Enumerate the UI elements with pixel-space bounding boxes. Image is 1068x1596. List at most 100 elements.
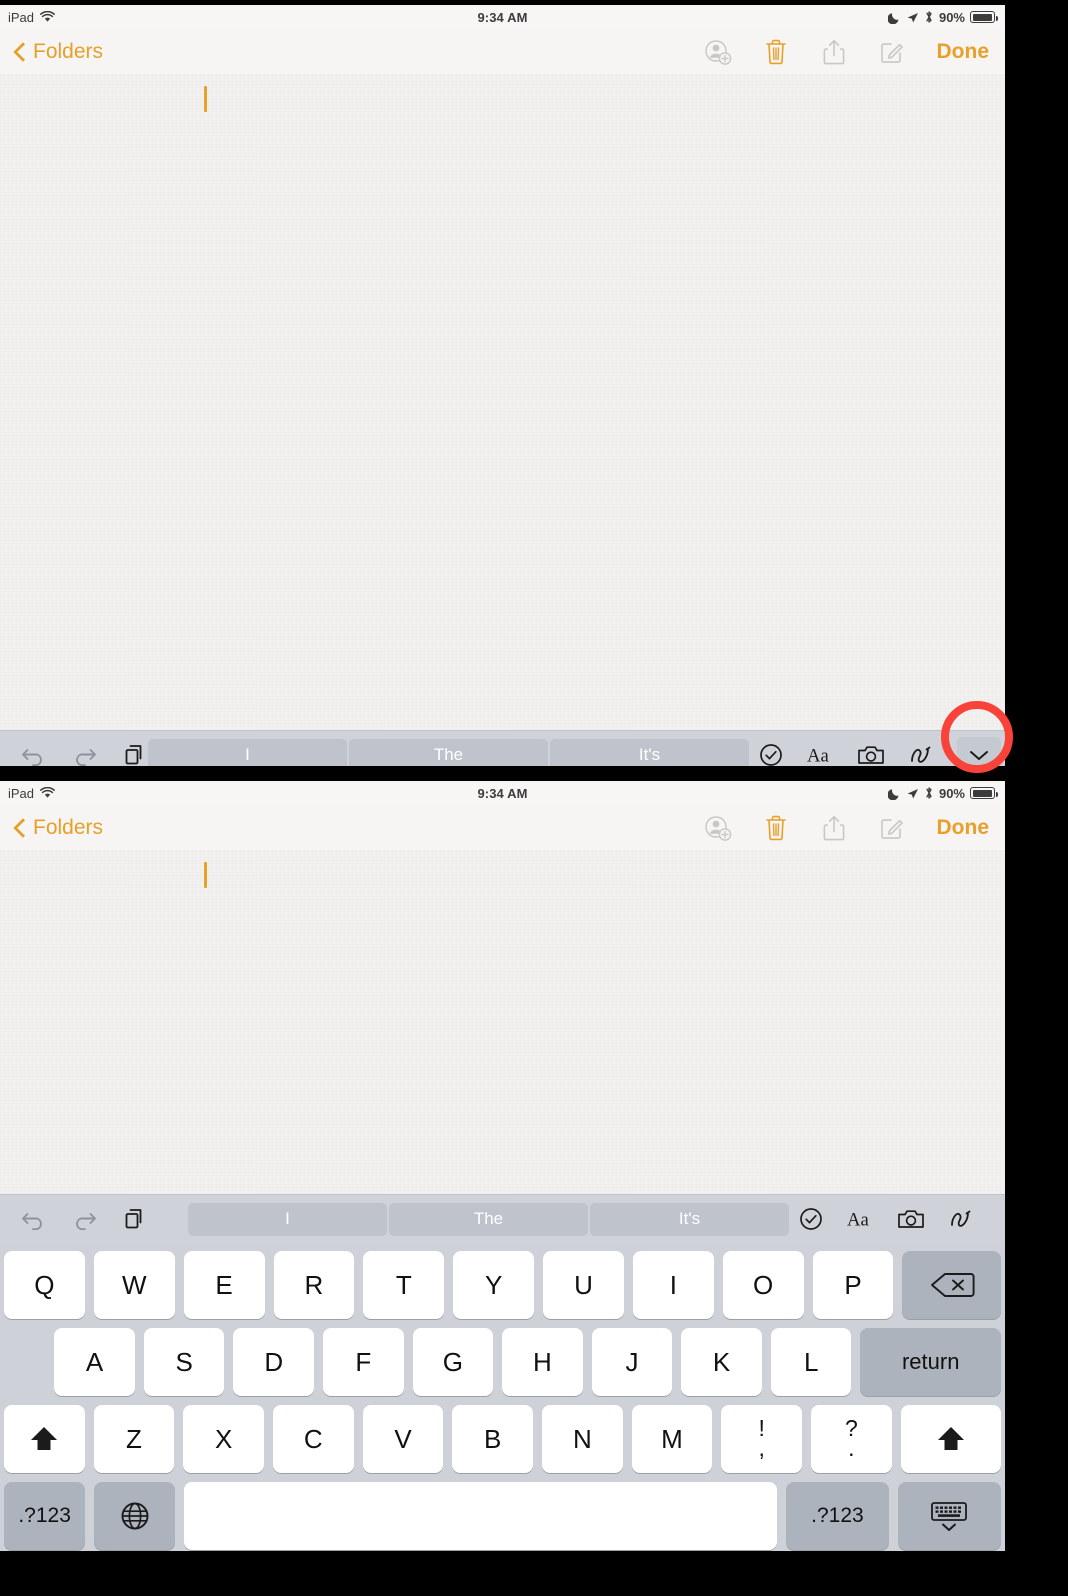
nav-bar-bottom: Folders Done	[0, 805, 1005, 850]
hide-keyboard-key[interactable]	[897, 1482, 1001, 1550]
keyboard-row-1: Q W E R T Y U I O P	[3, 1251, 1002, 1319]
key-u[interactable]: U	[543, 1251, 624, 1319]
key-t[interactable]: T	[363, 1251, 445, 1319]
key-k[interactable]: K	[681, 1328, 762, 1396]
return-key[interactable]: return	[860, 1328, 1001, 1396]
status-right-group: 90%	[887, 9, 998, 25]
key-y[interactable]: Y	[453, 1251, 535, 1319]
add-collaborator-icon[interactable]	[703, 37, 733, 67]
key-j[interactable]: J	[591, 1328, 673, 1396]
undo-icon[interactable]	[20, 1205, 48, 1233]
trash-icon[interactable]	[761, 37, 791, 67]
share-icon[interactable]	[819, 813, 849, 843]
undo-icon[interactable]	[20, 741, 48, 766]
key-a[interactable]: A	[54, 1328, 135, 1396]
add-collaborator-icon[interactable]	[703, 813, 733, 843]
done-button[interactable]: Done	[937, 40, 990, 64]
sketch-icon[interactable]	[907, 741, 935, 766]
back-to-folders-button[interactable]: Folders	[14, 816, 103, 840]
key-r[interactable]: R	[273, 1251, 355, 1319]
compose-icon[interactable]	[877, 37, 907, 67]
nav-actions-group: Done	[703, 37, 990, 67]
prediction-word-0[interactable]: I	[148, 738, 347, 766]
compose-icon[interactable]	[877, 813, 907, 843]
redo-icon[interactable]	[70, 741, 98, 766]
dismiss-keyboard-chevron[interactable]	[957, 737, 1001, 766]
key-c[interactable]: C	[272, 1405, 354, 1473]
key-f[interactable]: F	[323, 1328, 404, 1396]
key-e[interactable]: E	[183, 1251, 265, 1319]
shift-key-left[interactable]	[3, 1405, 85, 1473]
key-v[interactable]: V	[362, 1405, 444, 1473]
key-m[interactable]: M	[631, 1405, 713, 1473]
backspace-key[interactable]	[902, 1251, 1002, 1319]
space-key[interactable]	[184, 1482, 777, 1550]
paste-icon[interactable]	[120, 741, 148, 766]
prediction-word-2[interactable]: It's	[550, 738, 749, 766]
camera-icon[interactable]	[897, 1205, 925, 1233]
key-h[interactable]: H	[502, 1328, 583, 1396]
location-arrow-icon	[906, 11, 919, 24]
checklist-icon[interactable]	[757, 741, 785, 766]
prediction-word-1[interactable]: The	[389, 1202, 588, 1236]
keyboard-row-2: A S D F G H J K L return	[4, 1328, 1001, 1396]
format-text-icon[interactable]: Aa	[807, 741, 835, 766]
share-icon[interactable]	[819, 37, 849, 67]
back-to-folders-button[interactable]: Folders	[14, 40, 103, 64]
bluetooth-icon	[924, 10, 934, 24]
battery-percent: 90%	[938, 785, 965, 801]
sketch-icon[interactable]	[947, 1205, 975, 1233]
keyboard-row-3: Z X C V B N M ! , ? .	[3, 1405, 1002, 1473]
chevron-left-icon	[14, 42, 26, 62]
key-n[interactable]: N	[542, 1405, 623, 1473]
numbers-key-right[interactable]: .?123	[785, 1482, 889, 1550]
globe-icon	[121, 1502, 149, 1530]
backspace-icon	[930, 1273, 975, 1297]
note-editor-bottom[interactable]	[0, 850, 1005, 1194]
key-w[interactable]: W	[93, 1251, 175, 1319]
trash-icon[interactable]	[761, 813, 791, 843]
key-d[interactable]: D	[233, 1328, 314, 1396]
panel-bottom: iPad 9:34 AM 90% Folders Done I The It's…	[0, 781, 1005, 1551]
key-o[interactable]: O	[722, 1251, 804, 1319]
key-p[interactable]: P	[812, 1251, 894, 1319]
note-editor-top[interactable]	[0, 74, 1005, 730]
globe-key[interactable]	[94, 1482, 176, 1550]
nav-bar-top: Folders Done	[0, 29, 1005, 74]
key-l[interactable]: L	[770, 1328, 852, 1396]
svg-text:Aa: Aa	[847, 1210, 869, 1231]
key-question-period[interactable]: ? .	[811, 1405, 892, 1473]
key-q[interactable]: Q	[3, 1251, 85, 1319]
checklist-icon[interactable]	[797, 1205, 825, 1233]
status-bar-top: iPad 9:34 AM 90%	[0, 5, 1005, 29]
back-button-label: Folders	[33, 39, 104, 63]
paste-icon[interactable]	[120, 1205, 148, 1233]
svg-text:Aa: Aa	[807, 746, 829, 766]
key-i[interactable]: I	[632, 1251, 714, 1319]
format-text-icon[interactable]: Aa	[847, 1205, 875, 1233]
key-g[interactable]: G	[412, 1328, 494, 1396]
text-caret	[204, 862, 207, 888]
prediction-word-2[interactable]: It's	[590, 1202, 789, 1236]
redo-icon[interactable]	[70, 1205, 98, 1233]
key-b[interactable]: B	[452, 1405, 533, 1473]
key-x[interactable]: X	[183, 1405, 264, 1473]
shift-key-right[interactable]	[900, 1405, 1002, 1473]
location-arrow-icon	[906, 787, 919, 800]
moon-icon	[887, 787, 901, 800]
key-z[interactable]: Z	[93, 1405, 175, 1473]
camera-icon[interactable]	[857, 741, 885, 766]
key-s[interactable]: S	[143, 1328, 225, 1396]
prediction-word-1[interactable]: The	[349, 738, 548, 766]
nav-actions-group-bottom: Done	[703, 813, 990, 843]
key-exclamation-comma[interactable]: ! ,	[721, 1405, 803, 1473]
battery-icon	[970, 11, 998, 23]
note-content	[0, 74, 1, 75]
prediction-word-0[interactable]: I	[188, 1202, 387, 1236]
status-bar-bottom: iPad 9:34 AM 90%	[0, 781, 1005, 805]
battery-percent: 90%	[938, 9, 965, 25]
done-button[interactable]: Done	[937, 816, 990, 840]
note-insert-tools-group-bottom: Aa	[797, 1205, 1005, 1233]
moon-icon	[887, 11, 901, 24]
numbers-key-left[interactable]: .?123	[4, 1482, 86, 1550]
